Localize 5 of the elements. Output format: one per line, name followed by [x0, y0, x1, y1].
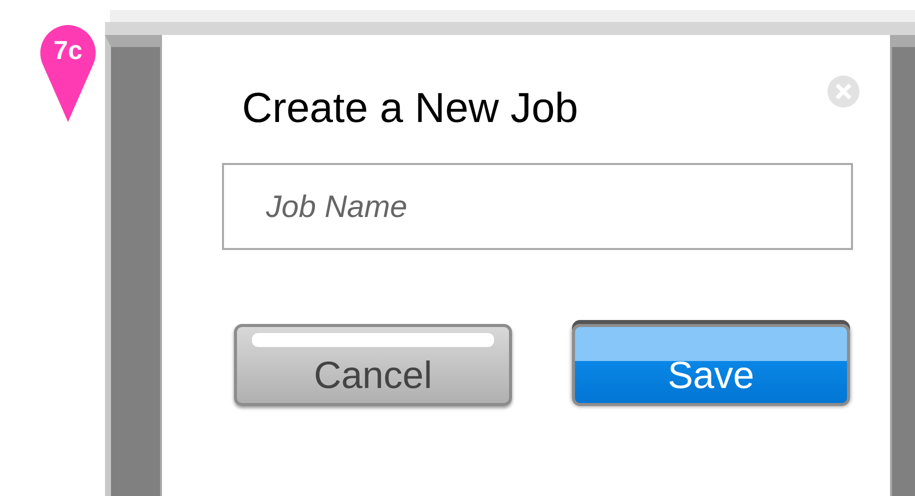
step-badge: 7c — [40, 25, 96, 122]
close-button[interactable] — [827, 75, 860, 108]
cancel-button[interactable]: Cancel — [234, 324, 512, 406]
dialog-title: Create a New Job — [242, 83, 578, 133]
job-name-field[interactable]: Job Name — [222, 163, 853, 250]
